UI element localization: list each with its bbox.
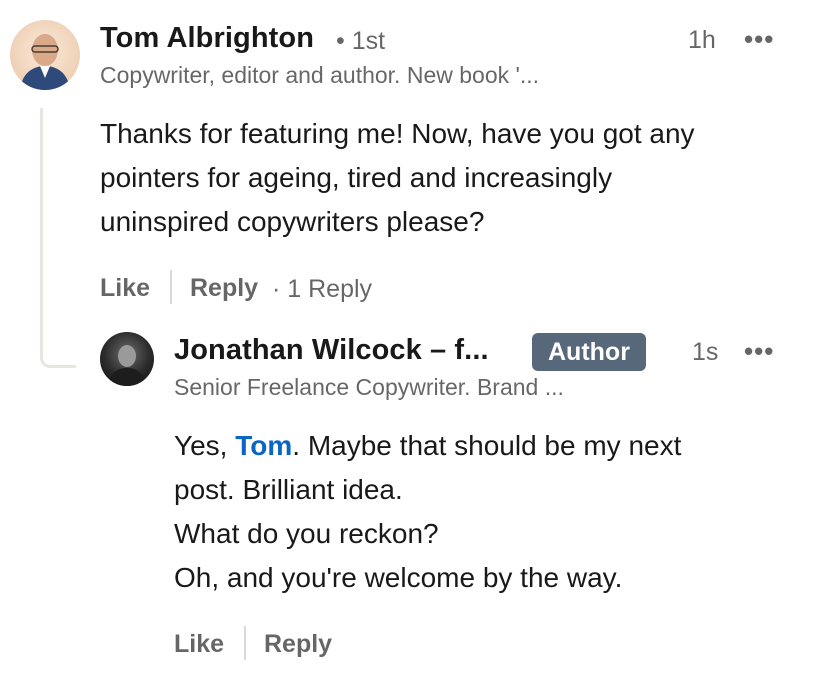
comment-body: Thanks for featuring me! Now, have you g… xyxy=(100,112,800,244)
thread-connector-line xyxy=(40,108,76,368)
action-divider xyxy=(244,626,246,660)
reply-author-headline: Senior Freelance Copywriter. Brand ... xyxy=(174,374,564,400)
comment-timestamp: 1h xyxy=(688,26,716,54)
reply-text: Yes, xyxy=(174,430,236,461)
reply-body-line: Oh, and you're welcome by the way. xyxy=(174,562,623,593)
comment-more-options-icon[interactable]: ••• xyxy=(744,24,774,55)
author-badge: Author xyxy=(532,333,646,371)
comment-author-name[interactable]: Tom Albrighton xyxy=(100,22,314,55)
reply-text: . Maybe that should be my next xyxy=(292,430,682,461)
comment-reply-button[interactable]: Reply xyxy=(190,274,258,303)
avatar-jonathan-wilcock[interactable] xyxy=(100,332,154,386)
avatar-tom-albrighton[interactable] xyxy=(10,20,80,90)
reply-timestamp: 1s xyxy=(692,338,719,366)
reply-body-line: Yes, Tom. Maybe that should be my next xyxy=(174,424,804,468)
comment-author-headline: Copywriter, editor and author. New book … xyxy=(100,62,540,88)
comment-body-line: uninspired copywriters please? xyxy=(100,206,485,237)
reply-author-name[interactable]: Jonathan Wilcock – f... xyxy=(174,334,489,367)
comment-body-line: pointers for ageing, tired and increasin… xyxy=(100,162,613,193)
reply-body-line: What do you reckon? xyxy=(174,518,439,549)
mention-tom-link[interactable]: Tom xyxy=(235,430,292,461)
reply-body-line: post. Brilliant idea. xyxy=(174,474,403,505)
comment-body-line: Thanks for featuring me! Now, have you g… xyxy=(100,118,695,149)
reply-body: Yes, Tom. Maybe that should be my next p… xyxy=(174,424,804,600)
reply-reply-button[interactable]: Reply xyxy=(264,630,332,659)
reply-like-button[interactable]: Like xyxy=(174,630,224,659)
comment-reply-count-link[interactable]: · 1 Reply xyxy=(272,275,372,304)
comment-like-button[interactable]: Like xyxy=(100,274,150,303)
action-divider xyxy=(170,270,172,304)
profile-photo-icon xyxy=(108,345,146,386)
connection-degree: • 1st xyxy=(336,27,386,55)
reply-more-options-icon[interactable]: ••• xyxy=(744,336,774,367)
profile-photo-icon xyxy=(20,34,70,90)
